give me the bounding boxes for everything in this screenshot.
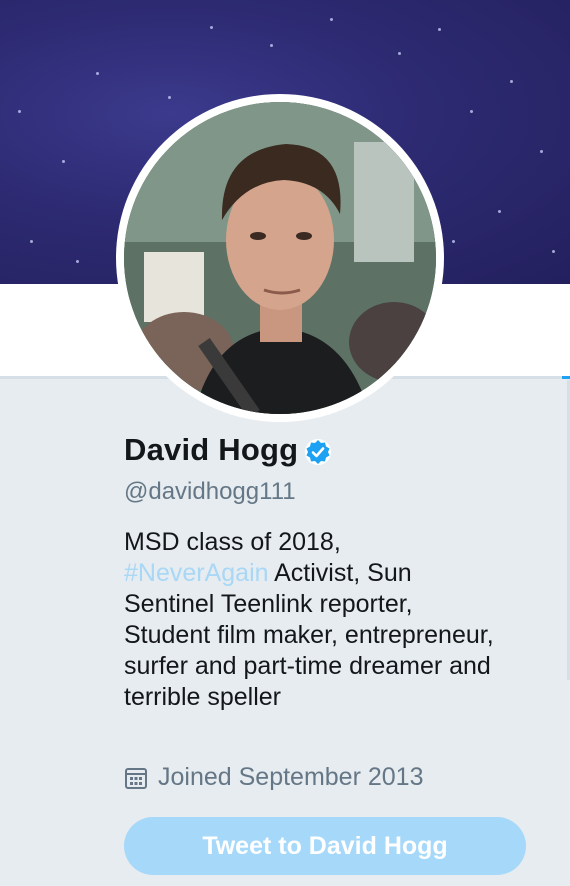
banner-star (62, 160, 65, 163)
joined-date-row: Joined September 2013 (124, 763, 423, 792)
banner-star (96, 72, 99, 75)
banner-star (270, 44, 273, 47)
tweet-to-button[interactable]: Tweet to David Hogg (124, 817, 526, 875)
avatar[interactable] (124, 102, 436, 414)
profile-name-row: David Hogg (124, 432, 332, 468)
hashtag-link[interactable]: #NeverAgain (124, 559, 269, 587)
banner-star (552, 250, 555, 253)
bio-text: MSD class of 2018, (124, 528, 341, 556)
profile-name[interactable]: David Hogg (124, 432, 298, 468)
banner-star (540, 150, 543, 153)
profile-bio: MSD class of 2018, #NeverAgain Activist,… (124, 527, 504, 713)
banner-star (438, 28, 441, 31)
profile-handle[interactable]: @davidhogg111 (124, 478, 296, 506)
banner-star (510, 80, 513, 83)
banner-star (330, 18, 333, 21)
banner-star (18, 110, 21, 113)
joined-date: Joined September 2013 (158, 763, 424, 791)
banner-star (470, 110, 473, 113)
banner-star (30, 240, 33, 243)
banner-star (452, 240, 455, 243)
banner-star (168, 96, 171, 99)
avatar-portrait (124, 102, 436, 414)
banner-star (76, 260, 79, 263)
nav-active-indicator (562, 376, 570, 379)
banner-star (398, 52, 401, 55)
banner-star (210, 26, 213, 29)
banner-star (498, 210, 501, 213)
calendar-icon (124, 766, 148, 790)
verified-badge-icon (304, 438, 332, 466)
